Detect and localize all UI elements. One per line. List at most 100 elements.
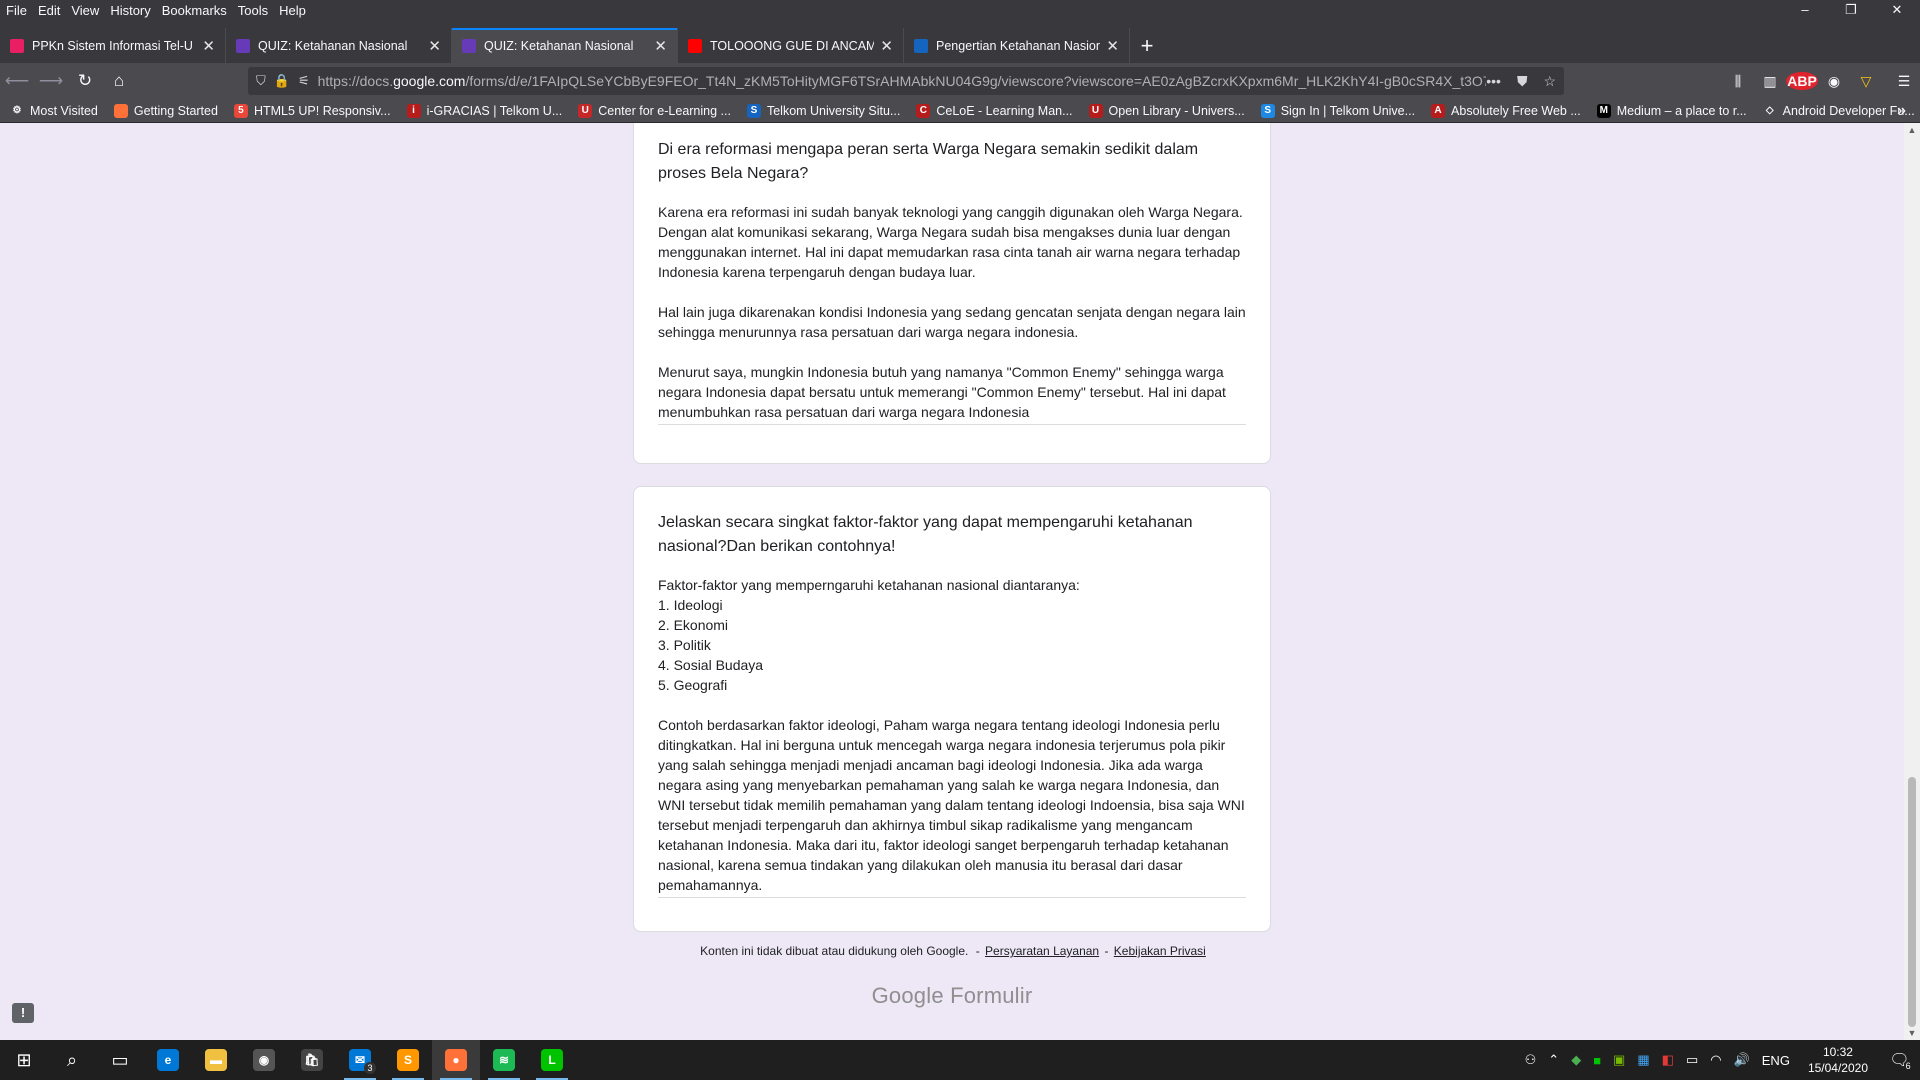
browser-tab[interactable]: QUIZ: Ketahanan Nasional ✕: [452, 28, 678, 63]
bookmark-item[interactable]: S Telkom University Situ...: [746, 103, 901, 118]
menu-bar: File Edit View History Bookmarks Tools H…: [0, 0, 1920, 20]
bookmark-item[interactable]: ◇ Android Developer Fu...: [1762, 103, 1915, 118]
antivirus-icon[interactable]: ◧: [1662, 1052, 1674, 1068]
taskbar-search-icon[interactable]: ⌕: [48, 1040, 96, 1080]
taskbar-edge-icon[interactable]: e: [144, 1040, 192, 1080]
permissions-icon[interactable]: ⚟: [298, 73, 310, 89]
taskbar-sublime-icon[interactable]: S: [384, 1040, 432, 1080]
wifi-icon[interactable]: ◠: [1710, 1052, 1721, 1068]
bookmark-item[interactable]: C CeLoE - Learning Man...: [916, 103, 1073, 118]
taskbar-store-icon[interactable]: 🛍: [288, 1040, 336, 1080]
vpn-extension-icon[interactable]: ▽: [1850, 73, 1882, 90]
bookmark-item[interactable]: U Open Library - Univers...: [1088, 103, 1245, 118]
shield-icon[interactable]: ⛉: [256, 73, 266, 89]
tray-app-icon[interactable]: ◆: [1571, 1052, 1581, 1068]
battery-icon[interactable]: ▭: [1686, 1052, 1698, 1068]
bookmark-label: Most Visited: [30, 103, 98, 118]
tab-close-icon[interactable]: ✕: [1106, 37, 1119, 55]
adblock-icon[interactable]: ABP: [1786, 72, 1818, 90]
back-button[interactable]: ⟵: [0, 65, 34, 97]
bookmark-label: HTML5 UP! Responsiv...: [253, 103, 391, 118]
bookmark-item[interactable]: M Medium – a place to r...: [1596, 103, 1747, 118]
page-actions-icon[interactable]: •••: [1486, 73, 1501, 90]
scroll-up-icon[interactable]: ▲: [1904, 125, 1920, 135]
bookmarks-overflow-icon[interactable]: »: [1897, 102, 1906, 120]
bookmark-item[interactable]: U Center for e-Learning ...: [578, 103, 731, 118]
bookmark-item[interactable]: 5 HTML5 UP! Responsiv...: [233, 103, 391, 118]
close-window-button[interactable]: ✕: [1874, 0, 1920, 20]
reload-button[interactable]: ↻: [68, 65, 102, 97]
answer-text: Faktor-faktor yang memperngaruhi ketahan…: [658, 575, 1246, 898]
home-button[interactable]: ⌂: [102, 65, 136, 97]
menu-help[interactable]: Help: [279, 3, 306, 18]
browser-tab[interactable]: QUIZ: Ketahanan Nasional ✕: [226, 28, 452, 63]
question-title: Jelaskan secara singkat faktor-faktor ya…: [658, 514, 1193, 555]
tab-close-icon[interactable]: ✕: [428, 37, 441, 55]
feedback-icon[interactable]: !: [12, 1003, 34, 1023]
menu-bookmarks[interactable]: Bookmarks: [162, 3, 227, 18]
taskbar-spotify-icon[interactable]: ≋: [480, 1040, 528, 1080]
scrollbar-thumb[interactable]: [1908, 777, 1916, 1027]
taskbar-line-icon[interactable]: L: [528, 1040, 576, 1080]
action-center-icon[interactable]: 🗨 6: [1880, 1040, 1920, 1080]
bookmark-item[interactable]: A Absolutely Free Web ...: [1431, 103, 1581, 118]
browser-tab[interactable]: Pengertian Ketahanan Nasional ✕: [904, 28, 1130, 63]
url-bar[interactable]: ⛉ 🔒 ⚟ https://docs.google.com/forms/d/e/…: [248, 67, 1564, 95]
menu-file[interactable]: File: [6, 3, 27, 18]
taskbar-start-icon[interactable]: ⊞: [0, 1040, 48, 1080]
new-tab-button[interactable]: +: [1130, 28, 1164, 63]
bookmarks-toolbar: ⚙ Most Visited Getting Started 5 HTML5 UP! R…: [0, 99, 1920, 123]
lock-icon[interactable]: 🔒: [274, 73, 290, 89]
tab-close-icon[interactable]: ✕: [654, 37, 667, 55]
clock[interactable]: 10:32 15/04/2020: [1808, 1044, 1868, 1076]
bookmark-star-icon[interactable]: ☆: [1543, 73, 1556, 90]
tab-close-icon[interactable]: ✕: [880, 37, 893, 55]
menu-history[interactable]: History: [110, 3, 150, 18]
tab-close-icon[interactable]: ✕: [202, 37, 215, 55]
taskbar-file-explorer-icon[interactable]: ▬: [192, 1040, 240, 1080]
privacy-link[interactable]: Kebijakan Privasi: [1114, 944, 1206, 958]
menu-edit[interactable]: Edit: [38, 3, 60, 18]
volume-icon[interactable]: 🔊: [1734, 1052, 1750, 1068]
url-text[interactable]: https://docs.google.com/forms/d/e/1FAIpQ…: [318, 73, 1487, 89]
taskbar-firefox-icon[interactable]: ●: [432, 1040, 480, 1080]
footer-notice: Konten ini tidak dibuat atau didukung ol…: [700, 944, 969, 958]
taskbar-task-view-icon[interactable]: ▭: [96, 1040, 144, 1080]
google-forms-logo[interactable]: Google Formulir: [0, 983, 1904, 1009]
taskbar-obs-icon[interactable]: ◉: [240, 1040, 288, 1080]
browser-tab[interactable]: TOLOOONG GUE DI ANCAM SI ✕: [678, 28, 904, 63]
forward-button[interactable]: ⟶: [34, 65, 68, 97]
people-icon[interactable]: ⚇: [1525, 1052, 1537, 1068]
browser-tab[interactable]: PPKn Sistem Informasi Tel-U Ke ✕: [0, 28, 226, 63]
pocket-icon[interactable]: ⛊: [1517, 73, 1528, 90]
tray-app-icon[interactable]: ▦: [1637, 1052, 1649, 1068]
question-title: Di era reformasi mengapa peran serta War…: [658, 141, 1199, 182]
taskbar-mail-icon[interactable]: ✉ 3: [336, 1040, 384, 1080]
line-tray-icon[interactable]: ■: [1593, 1053, 1601, 1068]
terms-link[interactable]: Persyaratan Layanan: [985, 944, 1099, 958]
hamburger-menu-icon[interactable]: ☰: [1888, 73, 1920, 90]
scroll-down-icon[interactable]: ▼: [1904, 1028, 1920, 1038]
url-domain: google.com: [393, 73, 466, 89]
minimize-button[interactable]: –: [1782, 0, 1828, 20]
menu-tools[interactable]: Tools: [238, 3, 268, 18]
answer-text: Karena era reformasi ini sudah banyak te…: [658, 202, 1246, 425]
brand-product: Formulir: [950, 983, 1033, 1008]
account-icon[interactable]: ◉: [1818, 73, 1850, 90]
bookmark-favicon-icon: C: [916, 103, 931, 118]
page-scrollbar[interactable]: ▲ ▼: [1904, 123, 1920, 1040]
bookmark-item[interactable]: ⚙ Most Visited: [10, 103, 98, 118]
bookmark-item[interactable]: Getting Started: [113, 103, 218, 118]
sidebar-icon[interactable]: ▥: [1754, 73, 1786, 90]
nvidia-icon[interactable]: ▣: [1613, 1052, 1625, 1068]
menu-view[interactable]: View: [71, 3, 99, 18]
bookmark-label: Telkom University Situ...: [766, 103, 901, 118]
bookmark-item[interactable]: i i-GRACIAS | Telkom U...: [406, 103, 562, 118]
show-hidden-icons-icon[interactable]: ⌃: [1548, 1052, 1559, 1068]
restore-button[interactable]: ❐: [1828, 0, 1874, 20]
footer-disclaimer: Konten ini tidak dibuat atau didukung ol…: [0, 944, 1904, 958]
library-icon[interactable]: ⫼: [1722, 73, 1754, 90]
bookmark-item[interactable]: S Sign In | Telkom Unive...: [1260, 103, 1415, 118]
bookmark-favicon-icon: ⚙: [10, 103, 24, 118]
language-indicator[interactable]: ENG: [1762, 1053, 1790, 1068]
